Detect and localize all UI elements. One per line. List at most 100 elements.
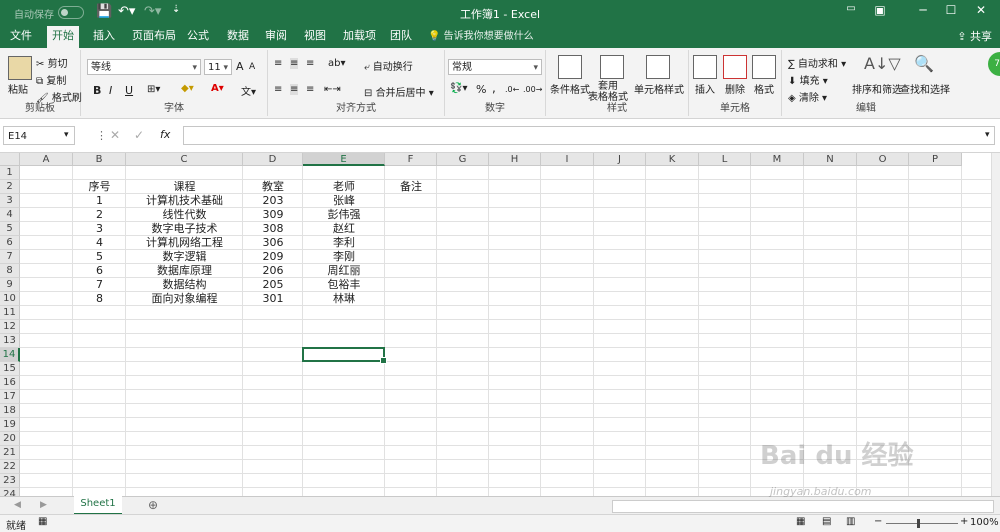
zoom-slider[interactable] — [886, 523, 958, 524]
format-table-icon[interactable] — [600, 55, 624, 79]
font-color-icon[interactable]: A▾ — [211, 83, 224, 94]
tab-formulas[interactable]: 公式 — [182, 26, 214, 48]
table-cell[interactable] — [385, 208, 437, 222]
expand-formula-icon[interactable]: ▾ — [985, 130, 990, 140]
table-cell[interactable]: 308 — [243, 222, 303, 236]
add-sheet-icon[interactable]: ⊕ — [148, 498, 158, 512]
row-header-11[interactable]: 11 — [0, 306, 20, 320]
column-header-g[interactable]: G — [437, 153, 489, 166]
align-middle-icon[interactable]: ≡ — [290, 58, 299, 69]
cut-button[interactable]: ✂ 剪切 — [36, 55, 68, 70]
table-cell[interactable]: 赵红 — [303, 222, 385, 236]
accounting-icon[interactable]: 💱▾ — [450, 83, 467, 94]
normal-view-icon[interactable]: ▦ — [796, 516, 805, 527]
zoom-out-icon[interactable]: − — [874, 516, 882, 527]
fill-button[interactable]: ⬇ 填充 ▾ — [788, 72, 828, 87]
tab-view[interactable]: 视图 — [299, 26, 331, 48]
table-cell[interactable] — [385, 222, 437, 236]
prev-sheet-icon[interactable]: ◀ — [14, 500, 21, 510]
row-header-23[interactable]: 23 — [0, 474, 20, 488]
table-cell[interactable]: 张峰 — [303, 194, 385, 208]
tab-review[interactable]: 审阅 — [260, 26, 292, 48]
delete-button[interactable]: 删除 — [725, 81, 745, 96]
horizontal-scrollbar[interactable] — [612, 500, 994, 513]
maximize-button[interactable]: ☐ — [936, 3, 966, 17]
underline-button[interactable]: U — [125, 84, 133, 97]
table-cell[interactable]: 209 — [243, 250, 303, 264]
cell-styles-icon[interactable] — [646, 55, 670, 79]
active-cell[interactable] — [302, 347, 387, 364]
table-cell[interactable] — [385, 292, 437, 306]
page-layout-view-icon[interactable]: ▤ — [822, 516, 831, 527]
table-cell[interactable]: 线性代数 — [126, 208, 243, 222]
page-break-view-icon[interactable]: ▥ — [846, 516, 855, 527]
table-header-cell[interactable]: 教室 — [243, 180, 303, 194]
tab-file[interactable]: 文件 — [5, 26, 37, 48]
indent-icon[interactable]: ⇤⇥ — [324, 84, 341, 95]
table-cell[interactable] — [385, 264, 437, 278]
zoom-in-icon[interactable]: + — [960, 516, 968, 527]
row-header-8[interactable]: 8 — [0, 264, 20, 278]
percent-button[interactable]: % — [476, 83, 486, 96]
tab-page-layout[interactable]: 页面布局 — [127, 26, 181, 48]
column-header-n[interactable]: N — [804, 153, 857, 166]
table-cell[interactable]: 数字逻辑 — [126, 250, 243, 264]
zoom-level[interactable]: 100% — [970, 517, 999, 528]
italic-button[interactable]: I — [109, 84, 112, 97]
comma-button[interactable]: , — [492, 81, 496, 95]
conditional-format-icon[interactable] — [558, 55, 582, 79]
row-header-20[interactable]: 20 — [0, 432, 20, 446]
table-cell[interactable]: 计算机网络工程 — [126, 236, 243, 250]
conditional-format-button[interactable]: 条件格式 — [550, 81, 590, 96]
row-header-17[interactable]: 17 — [0, 390, 20, 404]
row-header-10[interactable]: 10 — [0, 292, 20, 306]
fill-color-icon[interactable]: ◆▾ — [181, 83, 194, 94]
table-cell[interactable]: 6 — [73, 264, 126, 278]
macro-record-icon[interactable]: ▦ — [38, 516, 47, 527]
decrease-decimal-icon[interactable]: .00→ — [523, 85, 542, 94]
row-header-16[interactable]: 16 — [0, 376, 20, 390]
row-header-3[interactable]: 3 — [0, 194, 20, 208]
align-left-icon[interactable]: ≡ — [274, 84, 282, 95]
decrease-font-icon[interactable]: A — [249, 62, 255, 72]
column-header-b[interactable]: B — [73, 153, 126, 166]
delete-cells-icon[interactable] — [723, 55, 747, 79]
copy-button[interactable]: ⧉ 复制 — [36, 72, 66, 87]
table-cell[interactable]: 数字电子技术 — [126, 222, 243, 236]
column-header-k[interactable]: K — [646, 153, 699, 166]
table-cell[interactable]: 2 — [73, 208, 126, 222]
close-button[interactable]: ✕ — [966, 3, 996, 17]
row-header-9[interactable]: 9 — [0, 278, 20, 292]
select-all-corner[interactable] — [0, 153, 20, 166]
column-header-m[interactable]: M — [751, 153, 804, 166]
bold-button[interactable]: B — [93, 84, 101, 97]
tab-data[interactable]: 数据 — [222, 26, 254, 48]
table-cell[interactable]: 计算机技术基础 — [126, 194, 243, 208]
row-header-12[interactable]: 12 — [0, 320, 20, 334]
insert-function-button[interactable]: fx — [160, 128, 170, 141]
table-header-cell[interactable]: 备注 — [385, 180, 437, 194]
format-cells-icon[interactable] — [752, 55, 776, 79]
table-header-cell[interactable]: 课程 — [126, 180, 243, 194]
format-button[interactable]: 格式 — [754, 81, 774, 96]
table-header-cell[interactable]: 序号 — [73, 180, 126, 194]
next-sheet-icon[interactable]: ▶ — [40, 500, 47, 510]
table-cell[interactable] — [385, 194, 437, 208]
table-cell[interactable]: 7 — [73, 278, 126, 292]
table-cell[interactable]: 5 — [73, 250, 126, 264]
column-header-h[interactable]: H — [489, 153, 541, 166]
increase-decimal-icon[interactable]: .0← — [505, 85, 519, 94]
row-header-1[interactable]: 1 — [0, 166, 20, 180]
column-header-o[interactable]: O — [857, 153, 909, 166]
font-size-select[interactable]: 11 — [204, 59, 232, 76]
enter-icon[interactable]: ✓ — [134, 128, 144, 142]
align-bottom-icon[interactable]: ≡ — [306, 58, 314, 69]
table-cell[interactable]: 李利 — [303, 236, 385, 250]
table-cell[interactable] — [385, 278, 437, 292]
align-right-icon[interactable]: ≡ — [306, 84, 314, 95]
borders-icon[interactable]: ⊞▾ — [147, 84, 160, 95]
row-header-4[interactable]: 4 — [0, 208, 20, 222]
paste-button[interactable]: 粘贴 — [8, 81, 28, 96]
column-header-l[interactable]: L — [699, 153, 751, 166]
table-cell[interactable]: 包裕丰 — [303, 278, 385, 292]
